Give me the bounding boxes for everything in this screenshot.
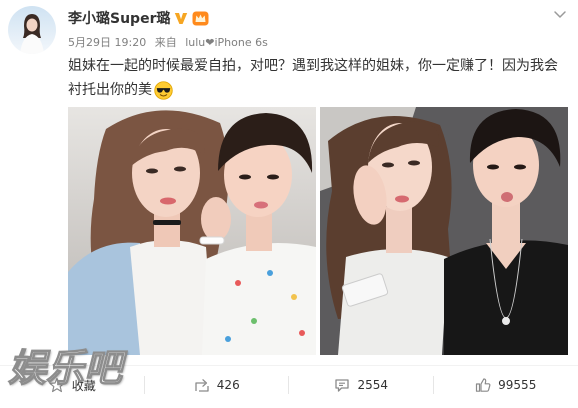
lips	[160, 197, 176, 205]
person-left	[326, 116, 454, 355]
shirt-dot	[225, 336, 231, 342]
like-count: 99555	[498, 378, 537, 392]
post-text-line-1-content: 姐妹在一起的时候最爱自拍，对吧？遇到我这样的姐妹，你一定赚了！因为我会	[68, 58, 558, 74]
eye	[267, 174, 279, 180]
lips	[254, 201, 268, 209]
weibo-post-card: 李小璐Super璐 5月29日 19:20 来自 lulu❤iPhone 6s …	[0, 0, 578, 408]
shirt-dot	[299, 330, 305, 336]
star-shape	[49, 377, 65, 393]
author-name[interactable]: 李小璐Super璐	[68, 8, 170, 28]
like-thumb	[476, 378, 491, 392]
eye	[146, 168, 158, 174]
neck	[246, 211, 272, 251]
neck	[386, 207, 412, 253]
neck	[492, 203, 520, 247]
post-images	[68, 107, 568, 355]
chevron-down-graphic	[554, 11, 566, 18]
eye	[382, 162, 394, 168]
shirt-dot	[291, 294, 297, 300]
shirt-dot	[267, 270, 273, 276]
comment-lines	[339, 382, 346, 386]
action-bar: 收藏 426 2554 99555	[0, 365, 578, 404]
white-tshirt	[202, 243, 316, 355]
comment-count: 2554	[357, 378, 389, 392]
avatar-face	[26, 18, 38, 32]
bracelet	[199, 236, 225, 245]
eye	[239, 174, 251, 180]
vip-crown-icon-graphic	[192, 11, 209, 25]
post-text-line-2-content: 衬托出你的美	[68, 82, 152, 98]
shirt-dot	[235, 280, 241, 286]
photo-2[interactable]	[320, 107, 568, 355]
repost-box	[195, 382, 205, 391]
post-source[interactable]: lulu❤iPhone 6s	[185, 36, 268, 49]
repost-count: 426	[216, 378, 240, 392]
eye	[174, 166, 186, 172]
post-meta: 5月29日 19:20 来自 lulu❤iPhone 6s	[68, 34, 273, 50]
source-prefix: 来自	[154, 36, 177, 49]
like-icon	[476, 378, 491, 392]
verified-v-icon[interactable]	[174, 11, 188, 25]
choker	[153, 220, 181, 225]
verified-v-icon-graphic	[175, 13, 188, 24]
sunglasses-emoji-icon	[154, 80, 173, 100]
post-text: 姐妹在一起的时候最爱自拍，对吧？遇到我这样的姐妹，你一定赚了！因为我会 衬托出你…	[68, 54, 568, 102]
chevron-down-icon[interactable]	[552, 6, 568, 22]
post-text-line-2: 衬托出你的美	[68, 78, 568, 102]
repost-base	[198, 386, 209, 392]
eye	[487, 164, 499, 170]
post-text-line-1: 姐妹在一起的时候最爱自拍，对吧？遇到我这样的姐妹，你一定赚了！因为我会	[68, 54, 568, 78]
repost-icon	[195, 379, 209, 392]
verified-v-shape	[175, 13, 188, 24]
eye	[408, 160, 420, 166]
sunglasses-emoji-graphic	[154, 80, 173, 100]
chevron-shape	[554, 11, 566, 18]
favorite-button[interactable]: 收藏	[0, 366, 145, 404]
avatar[interactable]	[8, 6, 56, 54]
star-icon	[49, 377, 65, 393]
comment-button[interactable]: 2554	[289, 366, 434, 404]
shirt-dot	[251, 318, 257, 324]
lips	[395, 195, 409, 203]
eye	[514, 164, 526, 170]
repost-button[interactable]: 426	[145, 366, 290, 404]
vip-crown-icon[interactable]	[192, 11, 209, 26]
photo-1[interactable]	[68, 107, 316, 355]
comment-icon	[335, 379, 350, 392]
pendant	[502, 317, 510, 325]
like-button[interactable]: 99555	[434, 366, 578, 404]
hand	[201, 197, 231, 241]
white-top	[130, 240, 214, 355]
post-header: 李小璐Super璐	[68, 7, 209, 29]
post-time[interactable]: 5月29日 19:20	[68, 36, 146, 49]
favorite-label: 收藏	[71, 378, 96, 393]
lips	[501, 192, 513, 202]
avatar-image	[8, 6, 56, 54]
